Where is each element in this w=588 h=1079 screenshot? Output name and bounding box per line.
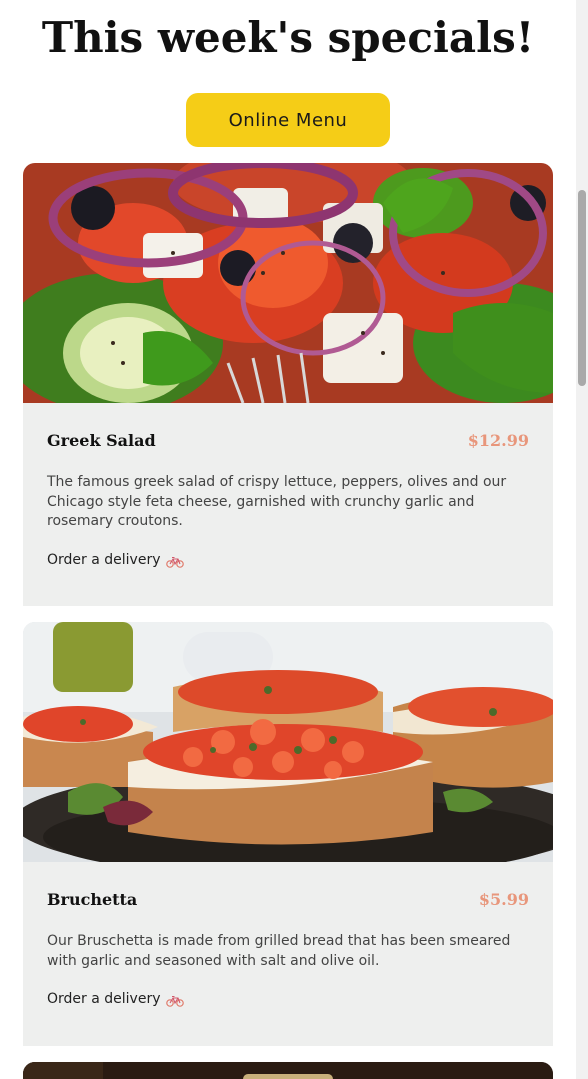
order-delivery-label: Order a delivery <box>47 991 161 1007</box>
greek-salad-image <box>23 163 553 403</box>
item-price: $12.99 <box>467 431 529 450</box>
item-name: Bruchetta <box>47 890 138 909</box>
order-delivery-link[interactable]: Order a delivery <box>47 989 185 1009</box>
item-description: The famous greek salad of crispy lettuce… <box>47 474 507 529</box>
order-delivery-link[interactable]: Order a delivery <box>47 550 185 570</box>
item-description: Our Bruschetta is made from grilled brea… <box>47 933 511 969</box>
item-name: Greek Salad <box>47 431 156 450</box>
item-price: $5.99 <box>478 890 529 909</box>
scrollbar-thumb[interactable] <box>578 190 586 386</box>
vertical-scrollbar[interactable] <box>576 0 588 1079</box>
order-delivery-label: Order a delivery <box>47 551 161 568</box>
next-special-image <box>23 1062 553 1079</box>
special-card-bruchetta: Bruchetta $5.99 Our Bruschetta is made f… <box>23 622 553 1046</box>
page-title: This week's specials! <box>41 13 535 62</box>
specials-page: This week's specials! Online Menu Greek … <box>0 0 576 1079</box>
bicycle-icon <box>166 554 185 568</box>
bruchetta-image <box>23 622 553 862</box>
bicycle-icon <box>166 993 185 1007</box>
special-card-next <box>23 1062 553 1079</box>
special-card-greek-salad: Greek Salad $12.99 The famous greek sala… <box>23 163 553 606</box>
online-menu-button[interactable]: Online Menu <box>186 93 390 147</box>
